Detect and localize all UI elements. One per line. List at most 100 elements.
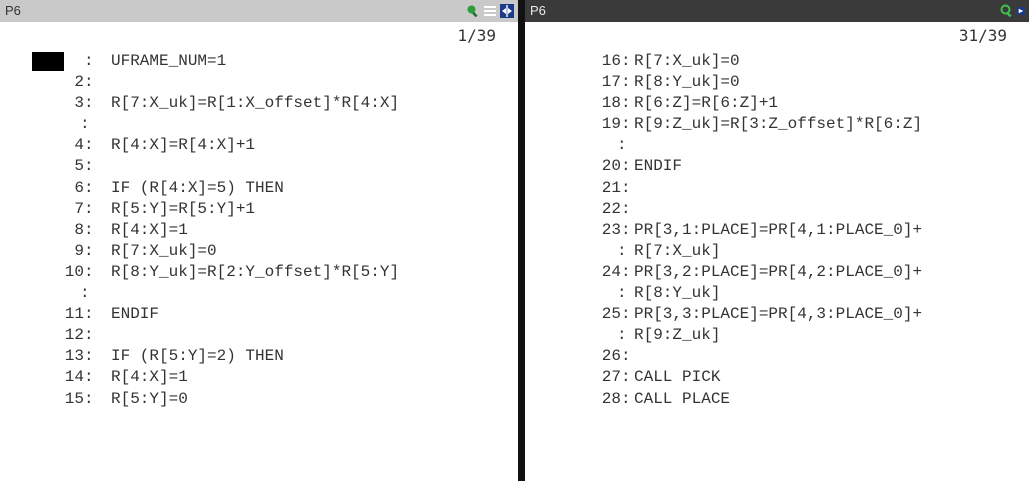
line-number: 4 xyxy=(74,136,84,155)
code-line[interactable]: 3: R[7:X_uk]=R[1:X_offset]*R[4:X] xyxy=(0,93,518,114)
pane-title: P6 xyxy=(5,3,21,18)
line-colon: : xyxy=(84,347,94,366)
code-line[interactable]: 17: R[8:Y_uk]=0 xyxy=(525,72,1029,93)
line-colon: : xyxy=(84,73,94,92)
line-colon: : xyxy=(84,368,94,387)
pane-titlebar: P6 xyxy=(0,0,518,22)
line-statement: R[4:X]=1 xyxy=(111,368,188,387)
line-statement: R[9:Z_uk] xyxy=(634,326,721,345)
code-line[interactable]: 21: xyxy=(525,178,1029,199)
line-colon: : xyxy=(621,305,631,324)
line-colon: : xyxy=(621,94,631,113)
code-line[interactable]: 10: R[8:Y_uk]=R[2:Y_offset]*R[5:Y] xyxy=(0,262,518,283)
line-statement: R[8:Y_uk]=0 xyxy=(634,73,740,92)
line-statement: CALL PLACE xyxy=(634,389,731,408)
line-statement: R[9:Z_uk]=R[3:Z_offset]*R[6:Z] xyxy=(634,115,923,134)
code-line[interactable]: 9: R[7:X_uk]=0 xyxy=(0,241,518,262)
line-number: 20 xyxy=(601,157,621,176)
code-line[interactable]: 15: R[5:Y]=0 xyxy=(0,389,518,410)
split-icon[interactable] xyxy=(1017,4,1025,18)
line-colon: : xyxy=(84,94,94,113)
code-line[interactable]: 26: xyxy=(525,346,1029,367)
line-colon: : xyxy=(621,389,631,408)
code-line[interactable]: 24: PR[3,2:PLACE]=PR[4,2:PLACE_0]+ xyxy=(525,262,1029,283)
line-number: 26 xyxy=(601,347,621,366)
line-number: 2 xyxy=(74,73,84,92)
line-number: 22 xyxy=(601,199,621,218)
code-line[interactable]: 8: R[4:X]=1 xyxy=(0,220,518,241)
line-colon: : xyxy=(84,52,94,70)
line-number: 28 xyxy=(601,389,621,408)
line-colon: : xyxy=(84,178,94,197)
line-colon: : xyxy=(621,368,631,387)
code-line[interactable]: 18: R[6:Z]=R[6:Z]+1 xyxy=(525,93,1029,114)
line-statement: IF (R[4:X]=5) THEN xyxy=(111,178,284,197)
line-colon: : xyxy=(621,262,631,281)
continuation-marker: : xyxy=(617,326,627,345)
code-line[interactable]: : R[7:X_uk] xyxy=(525,241,1029,262)
code-line[interactable]: 27: CALL PICK xyxy=(525,367,1029,388)
line-number: 14 xyxy=(64,368,84,387)
program-listing[interactable]: 1: UFRAME_NUM=1 2:3: R[7:X_uk]=R[1:X_offset… xyxy=(0,51,518,410)
line-colon: : xyxy=(84,241,94,260)
zoom-icon[interactable] xyxy=(466,4,480,18)
code-line[interactable]: 19: R[9:Z_uk]=R[3:Z_offset]*R[6:Z] xyxy=(525,114,1029,135)
code-line[interactable]: 11: ENDIF xyxy=(0,304,518,325)
line-statement: R[8:Y_uk]=R[2:Y_offset]*R[5:Y] xyxy=(111,262,400,281)
line-colon: : xyxy=(621,157,631,176)
line-colon: : xyxy=(84,136,94,155)
list-icon[interactable] xyxy=(483,4,497,18)
line-colon: : xyxy=(84,326,94,345)
line-colon: : xyxy=(84,389,94,408)
pane-divider xyxy=(518,0,525,481)
code-line[interactable]: 13: IF (R[5:Y]=2) THEN xyxy=(0,346,518,367)
line-statement: ENDIF xyxy=(111,305,160,324)
continuation-marker: : xyxy=(617,241,627,260)
code-line[interactable]: : R[9:Z_uk] xyxy=(525,325,1029,346)
code-line[interactable]: 6: IF (R[4:X]=5) THEN xyxy=(0,178,518,199)
teach-pendant-screen: P6 1/39 1: UFRAME_NUM=1 2: 3: R[7:X_uk… xyxy=(0,0,1029,481)
line-statement: PR[3,3:PLACE]=PR[4,3:PLACE_0]+ xyxy=(634,305,923,324)
program-listing[interactable]: 16: R[7:X_uk]=0 17: R[8:Y_uk]=0 18: R[6:Z]=R[… xyxy=(525,51,1029,410)
code-line[interactable]: 20: ENDIF xyxy=(525,156,1029,177)
line-colon: : xyxy=(621,220,631,239)
code-line[interactable]: 2: xyxy=(0,72,518,93)
line-number: 3 xyxy=(74,94,84,113)
line-colon: : xyxy=(621,347,631,366)
line-number: 16 xyxy=(601,52,621,70)
line-statement: UFRAME_NUM=1 xyxy=(111,52,227,70)
code-line[interactable]: 22: xyxy=(525,199,1029,220)
code-line[interactable]: 5: xyxy=(0,156,518,177)
line-statement: R[8:Y_uk] xyxy=(634,284,721,303)
code-line[interactable]: : R[8:Y_uk] xyxy=(525,283,1029,304)
program-pane-right[interactable]: P6 31/39 16: R[7:X_uk]=0 17: R[8:Y_uk]=0 18:… xyxy=(525,0,1029,481)
line-statement: ENDIF xyxy=(634,157,683,176)
line-colon: : xyxy=(84,199,94,218)
line-statement: IF (R[5:Y]=2) THEN xyxy=(111,347,284,366)
code-line[interactable]: 7: R[5:Y]=R[5:Y]+1 xyxy=(0,199,518,220)
titlebar-icons xyxy=(466,4,514,18)
code-line[interactable]: 25: PR[3,3:PLACE]=PR[4,3:PLACE_0]+ xyxy=(525,304,1029,325)
code-line[interactable]: : xyxy=(0,114,518,135)
code-line[interactable]: 14: R[4:X]=1 xyxy=(0,367,518,388)
code-line[interactable]: 4: R[4:X]=R[4:X]+1 xyxy=(0,135,518,156)
line-colon: : xyxy=(84,305,94,324)
line-statement: CALL PICK xyxy=(634,368,721,387)
program-pane-left[interactable]: P6 1/39 1: UFRAME_NUM=1 2: 3: R[7:X_uk… xyxy=(0,0,518,481)
line-number: 12 xyxy=(64,326,84,345)
line-colon: : xyxy=(621,199,631,218)
code-line[interactable]: 28: CALL PLACE xyxy=(525,389,1029,410)
line-number: 7 xyxy=(74,199,84,218)
code-line[interactable]: 1: UFRAME_NUM=1 xyxy=(0,51,518,72)
zoom-icon[interactable] xyxy=(1000,4,1014,18)
code-line[interactable]: 23: PR[3,1:PLACE]=PR[4,1:PLACE_0]+ xyxy=(525,220,1029,241)
code-line[interactable]: : xyxy=(525,135,1029,156)
code-line[interactable]: : xyxy=(0,283,518,304)
line-statement: R[5:Y]=0 xyxy=(111,389,188,408)
code-line[interactable]: 12: xyxy=(0,325,518,346)
page-indicator: 31/39 xyxy=(958,26,1007,45)
code-line[interactable]: 16: R[7:X_uk]=0 xyxy=(525,51,1029,72)
line-number: 23 xyxy=(601,220,621,239)
maximize-icon[interactable] xyxy=(500,4,514,18)
line-number: 18 xyxy=(601,94,621,113)
